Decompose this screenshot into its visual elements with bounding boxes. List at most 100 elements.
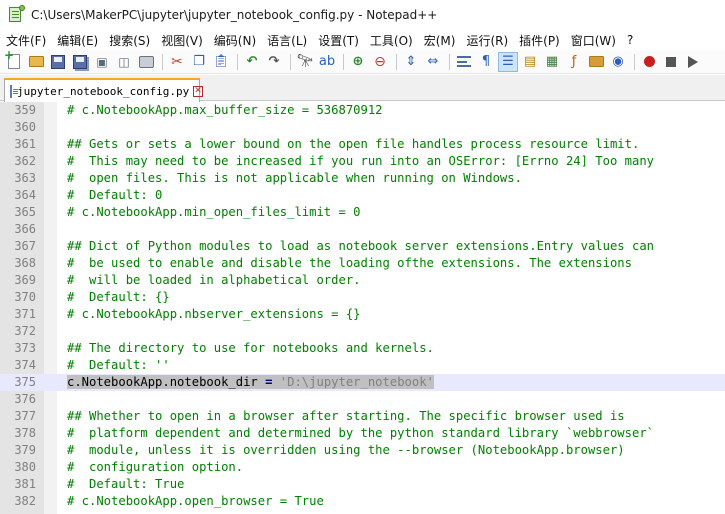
editor-line[interactable]: 364 # Default: 0 [0,187,725,204]
editor-line[interactable]: 374 # Default: '' [0,357,725,374]
line-number: 360 [14,120,36,134]
line-number: 379 [14,443,36,457]
toolbar-separator [341,52,346,72]
tab-jupyter-notebook-config[interactable]: jupyter_notebook_config.py ✕ [4,78,203,102]
line-number: 370 [14,290,36,304]
show-all-characters-icon[interactable]: ¶ [476,52,496,72]
zoom-out-icon[interactable]: ⊖ [370,52,390,72]
menu-encoding[interactable]: 编码(N) [208,32,261,49]
code-text: # Default: {} [67,290,170,304]
line-number: 378 [14,426,36,440]
save-all-icon[interactable] [70,52,90,72]
editor-line[interactable]: 379 # module, unless it is overridden usi… [0,442,725,459]
cut-icon[interactable]: ✂ [167,52,187,72]
editor-line[interactable]: 368 # be used to enable and disable the l… [0,255,725,272]
editor-line[interactable]: 373 ## The directory to use for notebooks… [0,340,725,357]
menu-search[interactable]: 搜索(S) [103,32,155,49]
line-number: 359 [14,103,36,117]
code-text: ## Whether to open in a browser after st… [67,409,625,423]
editor-line[interactable]: 380 # configuration option. [0,459,725,476]
redo-icon[interactable]: ↷ [264,52,284,72]
menu-settings[interactable]: 设置(T) [312,32,364,49]
code-text: # be used to enable and disable the load… [67,256,632,270]
code-text: ## Gets or sets a lower bound on the ope… [67,137,640,151]
editor-line[interactable]: 371 # c.NotebookApp.nbserver_extensions =… [0,306,725,323]
code-text: # c.NotebookApp.max_buffer_size = 536870… [67,103,383,117]
editor-line[interactable]: 372 [0,323,725,340]
editor-line[interactable]: 359 # c.NotebookApp.max_buffer_size = 536… [0,102,725,119]
code-lhs: c.NotebookApp.notebook_dir [67,375,258,389]
menu-window[interactable]: 窗口(W) [565,32,621,49]
sync-horizontal-icon[interactable]: ⇔ [423,52,443,72]
code-text: # Default: 0 [67,188,163,202]
code-editor[interactable]: 359 # c.NotebookApp.max_buffer_size = 536… [0,102,725,514]
document-tab-bar: jupyter_notebook_config.py ✕ [0,75,725,102]
undo-icon[interactable]: ↶ [242,52,262,72]
copy-icon[interactable]: ❐ [189,52,209,72]
close-icon[interactable]: ▣ [92,52,112,72]
sync-vertical-icon[interactable]: ⇕ [401,52,421,72]
line-number: 362 [14,154,36,168]
code-text: # c.NotebookApp.min_open_files_limit = 0 [67,205,361,219]
editor-line[interactable]: 376 [0,391,725,408]
save-icon[interactable] [48,52,68,72]
line-number: 381 [14,477,36,491]
line-number: 374 [14,358,36,372]
code-string-value: 'D:\jupyter_notebook' [279,375,434,389]
tab-close-icon[interactable]: ✕ [193,85,203,97]
print-icon[interactable] [136,52,156,72]
editor-line[interactable]: 381 # Default: True [0,476,725,493]
menu-tools[interactable]: 工具(O) [364,32,418,49]
editor-line[interactable]: 360 [0,119,725,136]
word-wrap-icon[interactable] [454,52,474,72]
line-number: 373 [14,341,36,355]
editor-line[interactable]: 369 # will be loaded in alphabetical orde… [0,272,725,289]
editor-line[interactable]: 366 [0,221,725,238]
editor-line[interactable]: 362 # This may need to be increased if yo… [0,153,725,170]
menu-macro[interactable]: 宏(M) [418,32,461,49]
file-icon [10,84,18,98]
document-map-icon[interactable]: ▦ [542,52,562,72]
menu-help[interactable]: ? [621,33,638,47]
paste-icon[interactable]: 📋︎ [211,52,231,72]
editor-line[interactable]: 382 # c.NotebookApp.open_browser = True [0,493,725,510]
play-macro-icon[interactable] [683,52,703,72]
editor-line[interactable]: 377 ## Whether to open in a browser after… [0,408,725,425]
new-file-icon[interactable] [4,49,24,72]
open-folder-icon[interactable] [26,52,46,72]
line-number: 376 [14,392,36,406]
editor-line[interactable]: 363 # open files. This is not applicable … [0,170,725,187]
line-number: 371 [14,307,36,321]
editor-line[interactable]: 365 # c.NotebookApp.min_open_files_limit … [0,204,725,221]
record-macro-icon[interactable] [639,52,659,72]
editor-line[interactable]: 361 ## Gets or sets a lower bound on the … [0,136,725,153]
zoom-in-icon[interactable]: ⊕ [348,52,368,72]
editor-line-current[interactable]: 375 c.NotebookApp.notebook_dir = 'D:\jupy… [0,374,725,391]
line-number: 368 [14,256,36,270]
indent-guide-icon[interactable]: ☰ [498,51,518,72]
menu-plugins[interactable]: 插件(P) [513,32,565,49]
replace-icon[interactable]: ab [317,52,337,72]
menu-language[interactable]: 语言(L) [261,32,312,49]
line-number: 375 [14,375,36,389]
editor-line[interactable]: 370 # Default: {} [0,289,725,306]
menu-view[interactable]: 视图(V) [155,32,208,49]
toolbar-separator [394,52,399,72]
find-icon[interactable]: 🔭︎ [295,52,315,72]
menu-run[interactable]: 运行(R) [460,32,513,49]
toolbar-separator [235,52,240,72]
code-text: ## Dict of Python modules to load as not… [67,239,654,253]
menu-file[interactable]: 文件(F) [0,32,51,49]
editor-line[interactable]: 367 ## Dict of Python modules to load as … [0,238,725,255]
folder-as-workspace-icon[interactable] [586,52,606,72]
line-number: 372 [14,324,36,338]
menu-edit[interactable]: 编辑(E) [51,32,103,49]
editor-lines: 359 # c.NotebookApp.max_buffer_size = 536… [0,102,725,510]
language-udl-icon[interactable]: ▤ [520,52,540,72]
toolbar: ▣ ◫ ✂ ❐ 📋︎ ↶ ↷ 🔭︎ ab ⊕ ⊖ ⇕ ⇔ ¶ ☰ ▤ ▦ ƒ ◉ [0,49,725,74]
editor-line[interactable]: 378 # platform dependent and determined b… [0,425,725,442]
close-all-icon[interactable]: ◫ [114,52,134,72]
function-list-icon[interactable]: ƒ [564,52,584,72]
monitoring-icon[interactable]: ◉ [608,52,628,72]
stop-recording-icon[interactable] [661,52,681,72]
